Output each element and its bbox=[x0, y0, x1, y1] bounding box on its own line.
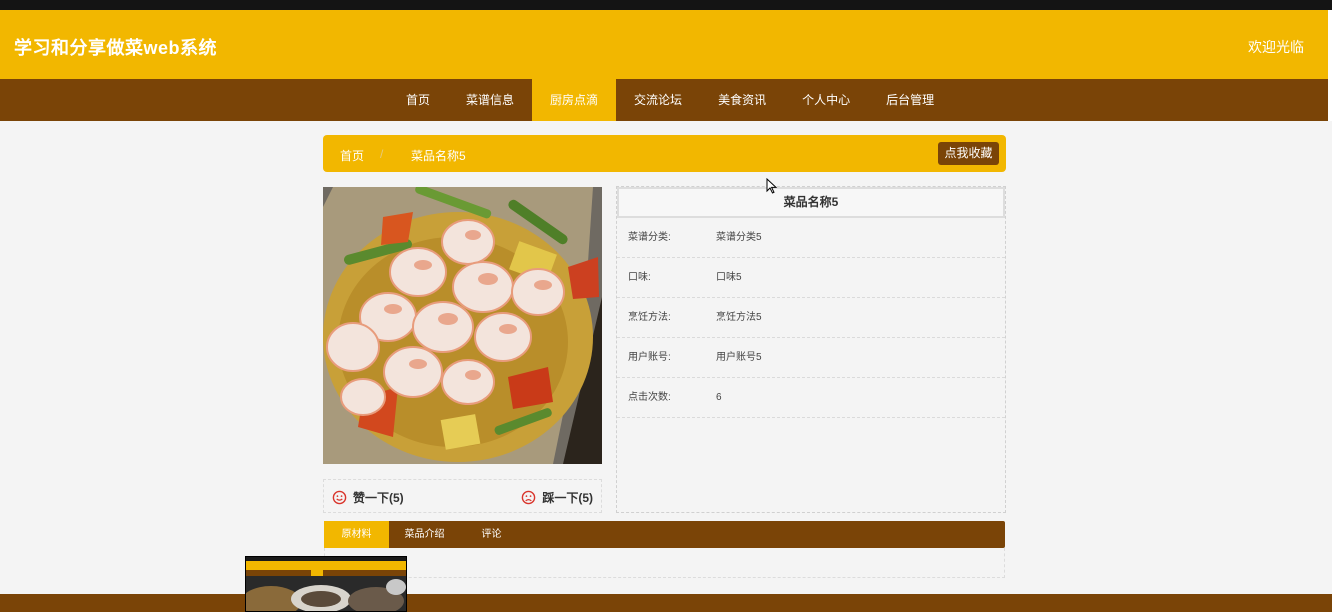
video-thumbnail[interactable] bbox=[245, 556, 407, 612]
info-label: 点击次数: bbox=[628, 392, 671, 403]
breadcrumb-separator: / bbox=[380, 147, 384, 161]
info-value: 烹饪方法5 bbox=[716, 312, 762, 323]
breadcrumb-home-link[interactable]: 首页 bbox=[340, 147, 364, 164]
site-title: 学习和分享做菜web系统 bbox=[14, 38, 218, 58]
info-label: 用户账号: bbox=[628, 352, 671, 363]
footer bbox=[0, 594, 1332, 612]
tab-ingredients[interactable]: 原材料 bbox=[324, 521, 389, 548]
info-label: 菜谱分类: bbox=[628, 232, 671, 243]
main-nav: 首页 菜谱信息 厨房点滴 交流论坛 美食资讯 个人中心 后台管理 bbox=[0, 79, 1332, 121]
info-row-taste: 口味: 口味5 bbox=[617, 258, 1005, 298]
tab-dish-intro[interactable]: 菜品介绍 bbox=[391, 521, 458, 548]
like-button[interactable]: 赞一下(5) bbox=[332, 489, 404, 506]
nav-item-home[interactable]: 首页 bbox=[388, 79, 448, 121]
top-strip bbox=[0, 0, 1332, 10]
site-header: 学习和分享做菜web系统 欢迎光临 bbox=[0, 10, 1332, 79]
dislike-button[interactable]: 踩一下(5) bbox=[521, 489, 593, 506]
info-row-user-account: 用户账号: 用户账号5 bbox=[617, 338, 1005, 378]
dish-photo bbox=[323, 187, 602, 464]
info-value: 6 bbox=[716, 392, 722, 403]
dish-info-panel: 菜品名称5 菜谱分类: 菜谱分类5 口味: 口味5 烹饪方法: 烹饪方法5 用户… bbox=[616, 186, 1006, 513]
favorite-button[interactable]: 点我收藏 bbox=[938, 142, 999, 165]
info-label: 烹饪方法: bbox=[628, 312, 671, 323]
smile-icon bbox=[332, 490, 347, 505]
info-value: 口味5 bbox=[716, 272, 742, 283]
nav-item-forum[interactable]: 交流论坛 bbox=[616, 79, 700, 121]
mouse-cursor-icon bbox=[766, 178, 778, 194]
welcome-text: 欢迎光临 bbox=[1248, 39, 1304, 55]
nav-item-recipes[interactable]: 菜谱信息 bbox=[448, 79, 532, 121]
info-row-click-count: 点击次数: 6 bbox=[617, 378, 1005, 418]
breadcrumb-current: 菜品名称5 bbox=[411, 149, 466, 163]
like-label: 赞一下(5) bbox=[353, 491, 404, 505]
info-value: 菜谱分类5 bbox=[716, 232, 762, 243]
info-row-category: 菜谱分类: 菜谱分类5 bbox=[617, 218, 1005, 258]
nav-item-food-news[interactable]: 美食资讯 bbox=[700, 79, 784, 121]
nav-item-kitchen-tips[interactable]: 厨房点滴 bbox=[532, 79, 617, 121]
dislike-label: 踩一下(5) bbox=[542, 491, 593, 505]
nav-item-personal-center[interactable]: 个人中心 bbox=[784, 79, 868, 121]
tab-comments[interactable]: 评论 bbox=[469, 521, 514, 548]
dish-name-title: 菜品名称5 bbox=[617, 187, 1005, 218]
tab-content bbox=[324, 548, 1005, 578]
info-label: 口味: bbox=[628, 272, 651, 283]
frown-icon bbox=[522, 490, 536, 505]
info-value: 用户账号5 bbox=[716, 352, 762, 363]
breadcrumb: 首页 / 菜品名称5 点我收藏 bbox=[323, 135, 1006, 172]
nav-item-admin[interactable]: 后台管理 bbox=[868, 79, 952, 121]
info-row-cooking-method: 烹饪方法: 烹饪方法5 bbox=[617, 298, 1005, 338]
vote-bar: 赞一下(5) 踩一下(5) bbox=[323, 479, 602, 513]
detail-tabs: 原材料 菜品介绍 评论 bbox=[324, 521, 1005, 548]
